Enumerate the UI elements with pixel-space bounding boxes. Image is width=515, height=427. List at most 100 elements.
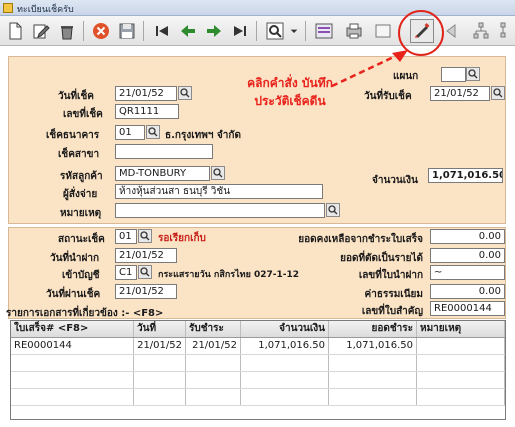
account-code-field[interactable]: C1 (115, 265, 137, 280)
amount-field[interactable]: 1,071,016.50 (428, 168, 503, 183)
next-icon (207, 25, 221, 37)
customer-code-field[interactable]: MD-TONBURY (115, 166, 210, 181)
new-icon (9, 22, 22, 40)
outstanding-field[interactable]: 0.00 (430, 229, 505, 244)
edit-button[interactable] (30, 20, 52, 42)
receipt-label: เลขที่ใบสำคัญ (361, 306, 423, 317)
col-note[interactable]: หมายเหตุ (417, 321, 505, 337)
cancel-icon (93, 23, 109, 39)
last-icon (234, 26, 246, 36)
note-lookup-button[interactable] (326, 203, 340, 217)
receipt-field[interactable]: RE0000144 (430, 301, 505, 316)
bank-code-field[interactable]: 01 (115, 125, 145, 140)
cell-amount: 1,071,016.50 (241, 338, 329, 354)
branch-field[interactable] (115, 144, 213, 159)
blank-doc-icon (375, 24, 391, 38)
col-paid[interactable]: รับชำระ (186, 321, 241, 337)
last-record-button[interactable] (229, 20, 251, 42)
print-icon (346, 23, 362, 39)
received-date-picker[interactable] (491, 86, 505, 100)
pass-date-label: วันที่ผ่านเช็ค (46, 289, 101, 300)
received-date-label: วันที่รับเช็ค (364, 91, 412, 102)
table-row[interactable] (11, 389, 505, 406)
payer-field[interactable]: ห้างหุ้นส่วนสา ธนบุรี วิชั่น (115, 184, 323, 199)
deposit-slip-label: เลขที่ใบนำฝาก (358, 270, 423, 281)
delete-icon (61, 26, 73, 40)
col-receipt[interactable]: ใบเสร็จ# <F8> (11, 321, 134, 337)
col-date[interactable]: วันที่ (134, 321, 186, 337)
forward-button[interactable] (442, 20, 464, 42)
save-button[interactable] (116, 20, 138, 42)
deposit-slip-field[interactable]: ~ (430, 265, 505, 280)
deposit-date-field[interactable]: 21/01/52 (115, 248, 177, 263)
cheque-date-field[interactable]: 21/01/52 (115, 86, 177, 101)
col-amount[interactable]: จำนวนเงิน (241, 321, 329, 337)
find-button[interactable] (264, 20, 286, 42)
blank-button[interactable] (372, 20, 394, 42)
report-button[interactable] (313, 20, 335, 42)
table-row[interactable] (11, 355, 505, 372)
tree2-icon (500, 22, 506, 38)
search-icon (180, 88, 190, 98)
delete-button[interactable] (56, 20, 78, 42)
search-icon (213, 168, 223, 178)
find-dropdown-button[interactable] (288, 20, 300, 42)
state-code-field[interactable]: 01 (115, 229, 137, 244)
cheque-no-label: เลขที่เช็ค (63, 109, 103, 120)
account-lookup-button[interactable] (138, 265, 152, 279)
table-row[interactable]: RE0000144 21/01/52 21/01/52 1,071,016.50… (11, 338, 505, 355)
search-icon (468, 69, 478, 79)
new-button[interactable] (4, 20, 26, 42)
tree2-button[interactable] (492, 20, 514, 42)
forward-icon (446, 24, 456, 38)
cheque-no-field[interactable]: QR1111 (115, 104, 179, 119)
customer-lookup-button[interactable] (211, 166, 225, 180)
cell-date: 21/01/52 (134, 338, 186, 354)
account-label: เข้าบัญชี (62, 270, 100, 281)
tree-icon (473, 22, 489, 39)
next-record-button[interactable] (203, 20, 225, 42)
related-docs-label: รายการเอกสารที่เกี่ยวข้อง :- <F8> (6, 308, 164, 319)
window-title: ทะเบียนเช็ครับ (17, 5, 74, 15)
report-icon (315, 23, 333, 39)
cell-payment: 1,071,016.50 (329, 338, 417, 354)
first-icon (156, 26, 168, 36)
received-date-field[interactable]: 21/01/52 (430, 86, 490, 101)
state-lookup-button[interactable] (138, 229, 152, 243)
outstanding-label: ยอดคงเหลือจากชำระใบเสร็จ (298, 234, 423, 245)
dropdown-icon (290, 29, 298, 33)
cheque-date-picker[interactable] (178, 86, 192, 100)
deposit-date-label: วันที่นำฝาก (50, 253, 100, 264)
search-icon (328, 205, 338, 215)
pass-date-field[interactable]: 21/01/52 (115, 284, 177, 299)
annotation-arrow (331, 50, 408, 88)
cell-paid: 21/01/52 (186, 338, 241, 354)
dept-field[interactable] (441, 67, 466, 82)
fee-field[interactable]: 0.00 (430, 284, 505, 299)
table-row[interactable] (11, 372, 505, 389)
print-button[interactable] (343, 20, 365, 42)
state-text: รอเรียกเก็บ (158, 233, 206, 244)
payer-label: ผู้สั่งจ่าย (63, 189, 98, 200)
first-record-button[interactable] (151, 20, 173, 42)
related-docs-table[interactable]: ใบเสร็จ# <F8> วันที่ รับชำระ จำนวนเงิน ย… (10, 320, 506, 420)
cell-receipt: RE0000144 (11, 338, 134, 354)
bank-lookup-button[interactable] (146, 125, 160, 139)
note-field[interactable] (115, 203, 325, 218)
prev-icon (181, 25, 195, 37)
prev-record-button[interactable] (177, 20, 199, 42)
col-payment[interactable]: ยอดชำระ (329, 321, 417, 337)
app-icon (3, 3, 13, 13)
dept-lookup-button[interactable] (466, 67, 480, 81)
amount-label: จำนวนเงิน (372, 175, 418, 186)
expense-field[interactable]: 0.00 (430, 248, 505, 263)
cancel-button[interactable] (90, 20, 112, 42)
save-icon (119, 23, 135, 39)
expense-label: ยอดที่ตัดเป็นรายได้ (340, 253, 423, 264)
branch-label: เช็คสาขา (58, 149, 100, 160)
search-icon (266, 22, 284, 40)
search-icon (493, 88, 503, 98)
tree-button[interactable] (470, 20, 492, 42)
bank-name-text: ธ.กรุงเทพฯ จำกัด (165, 130, 241, 141)
note-label: หมายเหตุ (60, 208, 102, 219)
